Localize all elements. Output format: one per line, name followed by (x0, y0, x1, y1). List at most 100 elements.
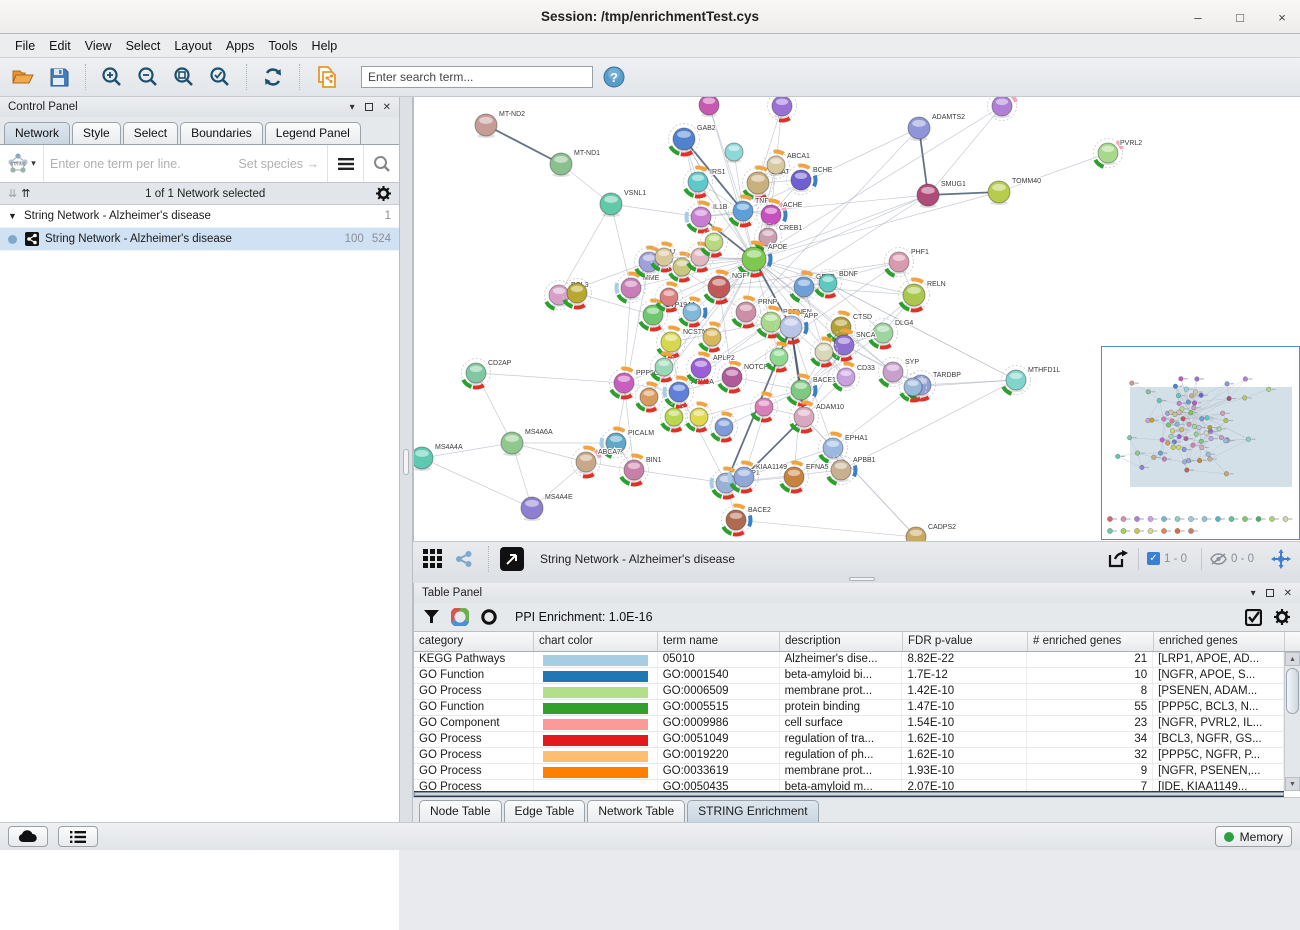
zoom-fit-button[interactable] (169, 62, 199, 92)
network-node-abca7[interactable]: ABCA7 (572, 447, 622, 476)
menu-help[interactable]: Help (305, 36, 345, 56)
open-session-button[interactable] (8, 62, 38, 92)
horizontal-splitter[interactable] (413, 575, 1300, 583)
view-grid-button[interactable] (419, 546, 445, 572)
network-node-mt-nd2[interactable]: MT-ND2 (475, 111, 525, 138)
scrollbar-thumb[interactable] (1286, 668, 1299, 714)
splitter-grip[interactable] (849, 577, 875, 581)
table-row[interactable]: GO ProcessGO:0019220regulation of ph...1… (414, 748, 1284, 764)
network-node-bche[interactable]: BCHE (787, 165, 833, 194)
network-node-il1b[interactable]: IL1B (687, 202, 728, 231)
network-node[interactable] (751, 393, 778, 420)
menu-apps[interactable]: Apps (219, 36, 262, 56)
network-node[interactable] (651, 353, 678, 380)
task-history-button[interactable] (58, 826, 98, 847)
network-node[interactable] (686, 403, 713, 430)
network-node-ms4a4a[interactable]: MS4A4A (414, 444, 463, 471)
panel-float-icon[interactable] (365, 103, 373, 111)
refresh-button[interactable] (258, 62, 288, 92)
memory-button[interactable]: Memory (1215, 826, 1292, 847)
select-checkbox-icon[interactable] (1245, 609, 1262, 626)
tab-node-table[interactable]: Node Table (419, 800, 502, 822)
column-header-FDR-p-value[interactable]: FDR p-value (903, 632, 1028, 651)
birds-eye-view[interactable] (1101, 346, 1300, 540)
column-header-description[interactable]: description (780, 632, 903, 651)
network-node-cd2ap[interactable]: CD2AP (462, 359, 512, 388)
zoom-in-button[interactable] (97, 62, 127, 92)
table-row[interactable]: GO ProcessGO:0051049regulation of tra...… (414, 732, 1284, 748)
share-view-button[interactable] (451, 546, 477, 572)
export-view-button[interactable] (1104, 546, 1132, 572)
tab-select[interactable]: Select (123, 122, 178, 144)
network-node[interactable] (699, 97, 719, 117)
panel-close-icon[interactable]: ✕ (383, 102, 391, 113)
tab-network-table[interactable]: Network Table (587, 800, 685, 822)
gear-icon[interactable] (1274, 609, 1290, 625)
network-node-adam10[interactable]: ADAM10 (790, 402, 845, 431)
save-session-button[interactable] (44, 62, 74, 92)
network-node[interactable] (988, 97, 1017, 121)
table-row[interactable]: GO FunctionGO:0005515protein binding1.47… (414, 700, 1284, 716)
zoom-selected-button[interactable] (205, 62, 235, 92)
network-collection-row[interactable]: ▼ String Network - Alzheimer's disease 1 (0, 205, 399, 228)
network-node-reln[interactable]: RELN (899, 279, 946, 310)
scroll-up-button[interactable]: ▲ (1285, 652, 1300, 666)
filter-icon[interactable] (424, 610, 439, 624)
network-row-selected[interactable]: String Network - Alzheimer's disease 100… (0, 228, 399, 251)
menu-layout[interactable]: Layout (167, 36, 219, 56)
table-row[interactable]: KEGG Pathways05010Alzheimer's dise...8.8… (414, 652, 1284, 668)
fit-selected-button[interactable] (1268, 546, 1294, 572)
string-protein-query-button[interactable]: STRING ▾ (0, 145, 44, 182)
network-node-vsnl1[interactable]: VSNL1 (600, 190, 646, 217)
panel-menu-icon[interactable]: ▾ (350, 102, 355, 113)
network-node-mthfd1l[interactable]: MTHFD1L (1002, 366, 1061, 395)
collapse-all-icon[interactable]: ⇊ (8, 187, 17, 200)
search-input[interactable] (361, 66, 593, 88)
column-header-enriched-genes[interactable]: enriched genes (1154, 632, 1285, 651)
network-node-gab2[interactable]: GAB2 (669, 124, 716, 155)
tab-legend-panel[interactable]: Legend Panel (265, 122, 361, 144)
cloud-tasks-button[interactable] (8, 826, 48, 847)
network-node[interactable] (679, 298, 706, 325)
network-node-pvrl2[interactable]: PVRL2 (1094, 139, 1143, 168)
tree-expander-icon[interactable]: ▼ (8, 211, 24, 221)
vertical-scrollbar[interactable]: ▲ ▼ (1284, 652, 1300, 791)
network-node[interactable] (661, 404, 688, 431)
open-in-browser-button[interactable] (500, 547, 524, 571)
network-node[interactable] (699, 323, 726, 350)
network-node-phf1[interactable]: PHF1 (885, 248, 930, 277)
network-node[interactable] (766, 343, 793, 370)
minimize-button[interactable]: – (1190, 10, 1206, 25)
splitter-grip[interactable] (403, 449, 409, 475)
donut-chart-icon[interactable] (451, 608, 469, 626)
table-row[interactable]: GO FunctionGO:0001540beta-amyloid bi...1… (414, 668, 1284, 684)
string-term-input[interactable] (44, 157, 238, 171)
gear-icon[interactable] (376, 186, 391, 201)
column-header-term-name[interactable]: term name (658, 632, 780, 651)
panel-menu-icon[interactable]: ▾ (1251, 588, 1256, 599)
tab-boundaries[interactable]: Boundaries (180, 122, 263, 144)
close-button[interactable]: × (1274, 10, 1290, 25)
network-node-cadps2[interactable]: CADPS2 (906, 524, 956, 541)
network-node[interactable] (701, 228, 728, 255)
menu-tools[interactable]: Tools (261, 36, 304, 56)
ring-chart-icon[interactable] (481, 609, 497, 625)
column-header-category[interactable]: category (414, 632, 534, 651)
tab-network[interactable]: Network (4, 122, 70, 144)
network-node[interactable] (768, 97, 797, 121)
table-row[interactable]: GO ComponentGO:0009986cell surface1.54E-… (414, 716, 1284, 732)
network-node-ms4a4e[interactable]: MS4A4E (521, 494, 573, 521)
column-header-chart-color[interactable]: chart color (534, 632, 658, 651)
network-node-adamts2[interactable]: ADAMTS2 (908, 114, 965, 141)
tab-style[interactable]: Style (72, 122, 121, 144)
help-button[interactable]: ? (599, 62, 629, 92)
vertical-splitter[interactable] (400, 97, 413, 822)
string-options-button[interactable] (327, 145, 363, 182)
expand-all-icon[interactable]: ⇈ (21, 187, 30, 200)
menu-file[interactable]: File (8, 36, 42, 56)
tab-edge-table[interactable]: Edge Table (504, 800, 586, 822)
network-node[interactable] (711, 413, 738, 440)
string-search-button[interactable] (363, 145, 399, 182)
scrollbar-thumb[interactable] (414, 792, 1284, 796)
network-node-bin1[interactable]: BIN1 (620, 455, 662, 484)
